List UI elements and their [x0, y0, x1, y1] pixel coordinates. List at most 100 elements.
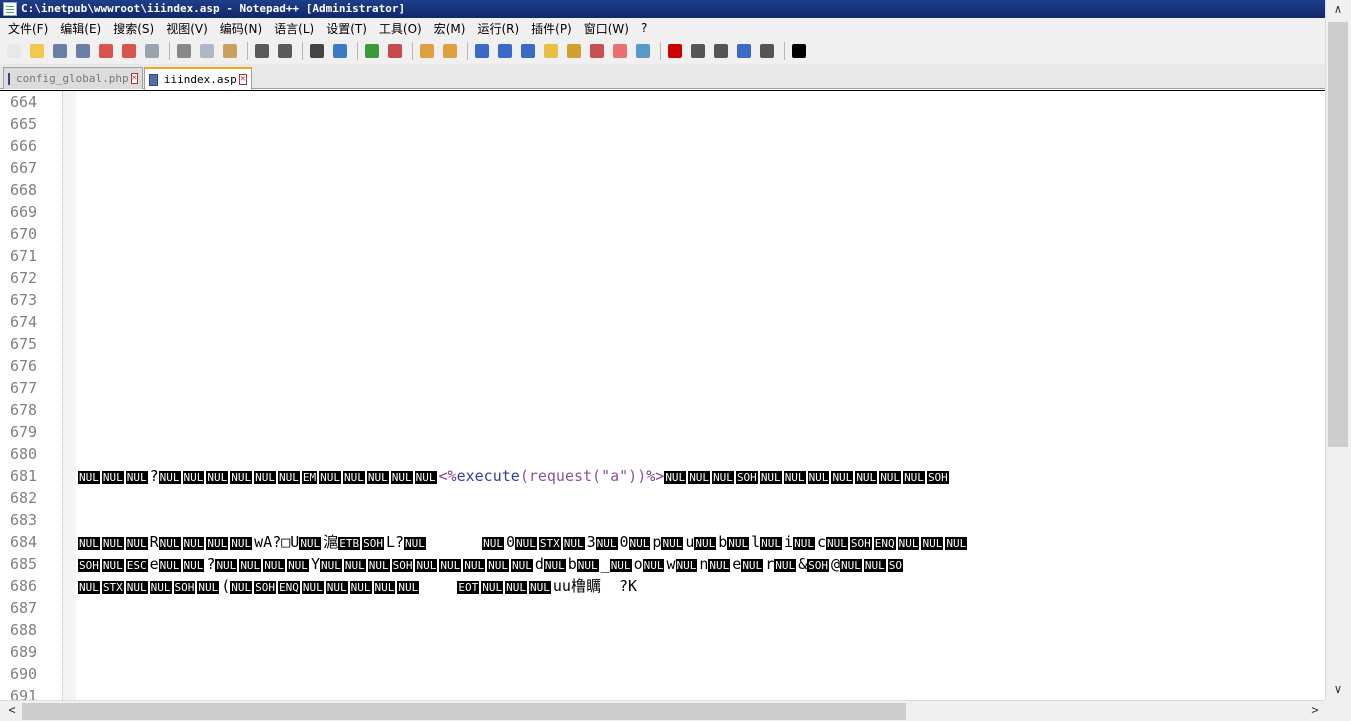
menu-item[interactable]: 文件(F)	[2, 20, 54, 37]
function-list-button[interactable]	[587, 41, 607, 61]
menu-item[interactable]: ?	[635, 21, 653, 35]
save-all-button[interactable]	[73, 41, 93, 61]
toolbar-separator	[467, 42, 468, 60]
black-square-button[interactable]	[789, 41, 809, 61]
code-line[interactable]: 679	[0, 421, 1325, 443]
black-square-icon	[792, 44, 806, 58]
control-char-token: NUL	[78, 471, 100, 484]
code-line[interactable]: 664	[0, 91, 1325, 113]
code-line[interactable]: 672	[0, 267, 1325, 289]
code-line[interactable]: 677	[0, 377, 1325, 399]
code-line[interactable]: 673	[0, 289, 1325, 311]
monitoring-button[interactable]	[633, 41, 653, 61]
close-button[interactable]	[96, 41, 116, 61]
control-char-token: NUL	[783, 471, 806, 484]
menu-item[interactable]: 设置(T)	[320, 20, 373, 37]
code-line[interactable]: 667	[0, 157, 1325, 179]
replace-button[interactable]	[330, 41, 350, 61]
zoom-in-button[interactable]	[362, 41, 382, 61]
menu-item[interactable]: 宏(M)	[428, 20, 472, 37]
code-line[interactable]: 665	[0, 113, 1325, 135]
control-char-token: SOH	[391, 559, 414, 572]
text-token: %>	[646, 467, 665, 485]
code-line[interactable]: 691	[0, 685, 1325, 700]
code-line[interactable]: 676	[0, 355, 1325, 377]
menu-item[interactable]: 运行(R)	[471, 20, 525, 37]
code-line[interactable]: 682	[0, 487, 1325, 509]
code-line[interactable]: 686 NUL STX NUL NUL SOH NUL (NUL SOH ENQ NUL NUL NUL…	[0, 575, 1325, 597]
code-line[interactable]: 688	[0, 619, 1325, 641]
print-button[interactable]	[142, 41, 162, 61]
control-char-token: NUL	[741, 559, 764, 572]
new-file-button[interactable]	[4, 41, 24, 61]
scroll-left-icon[interactable]: <	[2, 703, 22, 719]
menu-item[interactable]: 视图(V)	[160, 20, 214, 37]
code-line[interactable]: 687	[0, 597, 1325, 619]
code-line[interactable]: 684 NUL NUL NUL RNUL NUL NUL NUL wA?□UNUL 滬ETB SOH…	[0, 531, 1325, 553]
vertical-scroll-thumb[interactable]	[1328, 22, 1348, 447]
copy-button[interactable]	[197, 41, 217, 61]
code-line[interactable]: 675	[0, 333, 1325, 355]
code-line[interactable]: 674	[0, 311, 1325, 333]
menu-item[interactable]: 窗口(W)	[578, 20, 635, 37]
menu-item[interactable]: 编码(N)	[214, 20, 268, 37]
close-all-button[interactable]	[119, 41, 139, 61]
code-line[interactable]: 690	[0, 663, 1325, 685]
scroll-down-icon[interactable]: ∨	[1328, 682, 1348, 698]
vertical-scrollbar[interactable]: ∧ ∨	[1325, 0, 1351, 701]
show-all-chars-button[interactable]	[495, 41, 515, 61]
sync-vertical-button[interactable]	[417, 41, 437, 61]
code-line[interactable]: 685 SOH NUL ESC eNUL NUL ?NUL NUL NUL NUL YNUL NUL N…	[0, 553, 1325, 575]
tab-config-global[interactable]: config_global.php ✕	[3, 67, 143, 89]
line-number: 690	[10, 665, 38, 683]
sync-horizontal-button[interactable]	[440, 41, 460, 61]
scroll-right-icon[interactable]: >	[1305, 703, 1325, 719]
code-line[interactable]: 669	[0, 201, 1325, 223]
tab-close-icon[interactable]: ✕	[238, 74, 247, 85]
folder-workspace-button[interactable]	[610, 41, 630, 61]
indent-guide-button[interactable]	[518, 41, 538, 61]
text-token: 0	[619, 533, 629, 551]
word-wrap-button[interactable]	[472, 41, 492, 61]
code-line[interactable]: 683	[0, 509, 1325, 531]
undo-button[interactable]	[252, 41, 272, 61]
code-line[interactable]: 681 NUL NUL NUL ?NUL NUL NUL NUL NUL NUL EM NUL NUL N…	[0, 465, 1325, 487]
tab-iiindex[interactable]: iiindex.asp ✕	[144, 67, 252, 90]
menu-item[interactable]: 语言(L)	[268, 20, 320, 37]
paste-button[interactable]	[220, 41, 240, 61]
open-file-button[interactable]	[27, 41, 47, 61]
code-line[interactable]: 666	[0, 135, 1325, 157]
cut-button[interactable]	[174, 41, 194, 61]
horizontal-scrollbar[interactable]: < >	[0, 700, 1325, 721]
code-line[interactable]: 668	[0, 179, 1325, 201]
scroll-up-icon[interactable]: ∧	[1328, 2, 1348, 18]
menu-item[interactable]: 工具(O)	[373, 20, 428, 37]
code-line[interactable]: 689	[0, 641, 1325, 663]
run-macro-multiple-button[interactable]	[734, 41, 754, 61]
tab-close-icon[interactable]: ✕	[130, 73, 139, 84]
code-line[interactable]: 671	[0, 245, 1325, 267]
user-lang-button[interactable]	[541, 41, 561, 61]
menu-item[interactable]: 编辑(E)	[54, 20, 107, 37]
control-char-token: NUL	[642, 559, 665, 572]
redo-button[interactable]	[275, 41, 295, 61]
doc-map-button[interactable]	[564, 41, 584, 61]
control-char-token: NUL	[727, 537, 750, 550]
control-char-token: NUL	[774, 559, 797, 572]
play-macro-button[interactable]	[711, 41, 731, 61]
record-macro-button[interactable]	[665, 41, 685, 61]
stop-macro-button[interactable]	[688, 41, 708, 61]
code-line[interactable]: 680	[0, 443, 1325, 465]
horizontal-scroll-thumb[interactable]	[22, 703, 906, 720]
control-char-token: NUL	[595, 537, 618, 550]
code-line[interactable]: 670	[0, 223, 1325, 245]
zoom-out-button[interactable]	[385, 41, 405, 61]
menu-item[interactable]: 搜索(S)	[107, 20, 160, 37]
code-line[interactable]: 678	[0, 399, 1325, 421]
menu-item[interactable]: 插件(P)	[525, 20, 578, 37]
find-button[interactable]	[307, 41, 327, 61]
control-char-token: NUL	[125, 537, 148, 550]
save-button[interactable]	[50, 41, 70, 61]
save-macro-button[interactable]	[757, 41, 777, 61]
editor-area[interactable]: 664 665 666 667 668 669 670 671 672 673 674 675 676 6…	[0, 90, 1325, 700]
